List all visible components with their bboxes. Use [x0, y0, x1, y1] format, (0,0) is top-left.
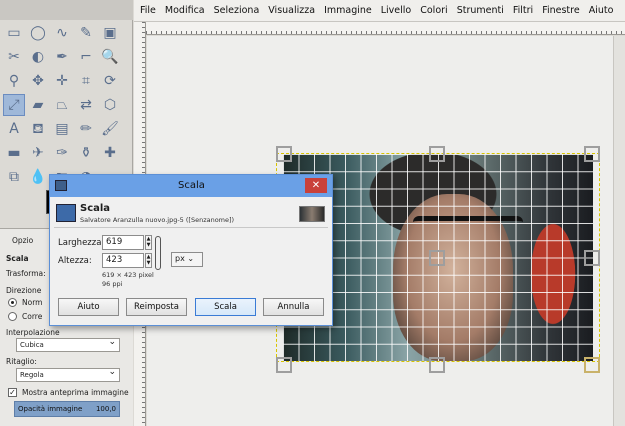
blend-icon[interactable]: ▤	[51, 118, 73, 140]
ink-icon[interactable]: ✑	[51, 142, 73, 164]
color-select-icon[interactable]: ▣	[99, 22, 121, 44]
transform-label: Trasforma:	[6, 269, 46, 278]
size-info: 619 × 423 pixel	[102, 271, 154, 279]
menu-visualizza[interactable]: Visualizza	[268, 5, 315, 16]
vertical-scrollbar[interactable]	[613, 36, 625, 426]
unit-select[interactable]: px ⌄	[171, 252, 203, 267]
shear-icon[interactable]: ▰	[27, 94, 49, 116]
image-opacity-label: Opacità immagine	[18, 405, 83, 413]
flip-icon[interactable]: ⇄	[75, 94, 97, 116]
tool-options-tab[interactable]: Opzio	[12, 236, 33, 245]
scale-icon[interactable]: ⤢	[3, 94, 25, 116]
help-button[interactable]: Aiuto	[58, 298, 119, 316]
dialog-titlebar[interactable]: Scala ✕	[50, 175, 332, 197]
menu-seleziona[interactable]: Seleziona	[214, 5, 260, 16]
width-spinner[interactable]: ▲ ▼	[145, 235, 152, 250]
direction-corrective-label: Corre	[22, 312, 43, 321]
close-button[interactable]: ✕	[305, 178, 327, 193]
perspective-clone-icon[interactable]: ⧉	[3, 166, 25, 188]
interpolation-select[interactable]: Cubica	[16, 337, 120, 352]
scale-handle-top-right[interactable]	[584, 146, 600, 162]
scale-handle-center[interactable]	[429, 250, 445, 266]
dialog-heading: Scala	[80, 203, 111, 214]
menu-immagine[interactable]: Immagine	[324, 5, 372, 16]
pencil-icon[interactable]: ✏	[75, 118, 97, 140]
height-input[interactable]: 423	[102, 253, 144, 268]
image-opacity-slider[interactable]: Opacità immagine 100,0	[14, 401, 120, 417]
clone-icon[interactable]: ⚱	[75, 142, 97, 164]
paintbrush-icon[interactable]: 🖌	[99, 118, 121, 140]
cancel-button[interactable]: Annulla	[263, 298, 324, 316]
show-preview-checkbox[interactable]: ✓	[8, 388, 17, 397]
direction-corrective-radio[interactable]	[8, 312, 17, 321]
cage-icon[interactable]: ⬡	[99, 94, 121, 116]
direction-normal-label: Norm	[22, 298, 43, 307]
chain-link-icon[interactable]	[155, 236, 161, 270]
horizontal-ruler[interactable]	[146, 22, 625, 35]
scale-handle-top[interactable]	[429, 146, 445, 162]
image-thumbnail	[299, 206, 325, 222]
crop-icon[interactable]: ⌗	[75, 70, 97, 92]
align-icon[interactable]: ✛	[51, 70, 73, 92]
color-picker-icon[interactable]: ⌐	[75, 46, 97, 68]
menu-colori[interactable]: Colori	[420, 5, 447, 16]
perspective-icon[interactable]: ⏢	[51, 94, 73, 116]
image-opacity-value: 100,0	[95, 405, 116, 413]
scale-dialog: Scala ✕ Scala Salvatore Aranzulla nuovo.…	[49, 174, 333, 326]
dialog-separator	[54, 227, 328, 228]
scale-handle-top-left[interactable]	[276, 146, 292, 162]
zoom-icon[interactable]: 🔍	[99, 46, 121, 68]
show-preview-label: Mostra anteprima immagine	[22, 388, 129, 397]
ellipse-select-icon[interactable]: ◯	[27, 22, 49, 44]
menu-file[interactable]: File	[140, 5, 156, 16]
width-input[interactable]: 619	[102, 235, 144, 250]
width-label: Larghezza:	[58, 238, 105, 248]
dialog-subtitle: Salvatore Aranzulla nuovo.jpg-5 ([Senzan…	[80, 216, 235, 224]
text-icon[interactable]: A	[3, 118, 25, 140]
rect-select-icon[interactable]: ▭	[3, 22, 25, 44]
rotate-icon[interactable]: ⟳	[99, 70, 121, 92]
fuzzy-select-icon[interactable]: ✎	[75, 22, 97, 44]
menu-modifica[interactable]: Modifica	[165, 5, 205, 16]
clipping-select[interactable]: Regola	[16, 367, 120, 382]
scale-handle-bottom[interactable]	[429, 357, 445, 373]
clipping-label: Ritaglio:	[6, 357, 37, 366]
tool-options-title: Scala	[6, 254, 29, 263]
free-select-icon[interactable]: ∿	[51, 22, 73, 44]
bucket-fill-icon[interactable]: ⛾	[27, 118, 49, 140]
interpolation-label: Interpolazione	[6, 328, 60, 337]
reset-button[interactable]: Reimposta	[126, 298, 187, 316]
menu-aiuto[interactable]: Aiuto	[589, 5, 614, 16]
unit-value: px	[175, 254, 185, 263]
menu-finestre[interactable]: Finestre	[542, 5, 580, 16]
scale-handle-bottom-right[interactable]	[584, 357, 600, 373]
airbrush-icon[interactable]: ✈	[27, 142, 49, 164]
scale-handle-bottom-left[interactable]	[276, 357, 292, 373]
height-spinner[interactable]: ▲ ▼	[145, 253, 152, 268]
image-info: 619 × 423 pixel 96 ppi	[102, 271, 154, 289]
dialog-title: Scala	[178, 180, 205, 191]
gimp-app-icon	[55, 180, 67, 191]
menubar: File Modifica Seleziona Visualizza Immagine L…	[134, 0, 625, 22]
direction-label: Direzione	[6, 286, 42, 295]
eraser-icon[interactable]: ▬	[3, 142, 25, 164]
scale-tool-icon	[56, 204, 76, 222]
heal-icon[interactable]: ✚	[99, 142, 121, 164]
menu-strumenti[interactable]: Strumenti	[457, 5, 504, 16]
blur-icon[interactable]: 💧	[27, 166, 49, 188]
menu-filtri[interactable]: Filtri	[513, 5, 533, 16]
move-icon[interactable]: ✥	[27, 70, 49, 92]
height-label: Altezza:	[58, 256, 92, 266]
scale-button[interactable]: Scala	[195, 298, 256, 316]
scale-handle-right[interactable]	[584, 250, 600, 266]
toolbox-header	[0, 0, 133, 20]
menu-livello[interactable]: Livello	[381, 5, 412, 16]
foreground-select-icon[interactable]: ◐	[27, 46, 49, 68]
paths-icon[interactable]: ✒	[51, 46, 73, 68]
scissors-select-icon[interactable]: ✂	[3, 46, 25, 68]
chevron-down-icon: ⌄	[187, 254, 195, 263]
measure-icon[interactable]: ⚲	[3, 70, 25, 92]
direction-normal-radio[interactable]	[8, 298, 17, 307]
resolution-info: 96 ppi	[102, 280, 123, 288]
